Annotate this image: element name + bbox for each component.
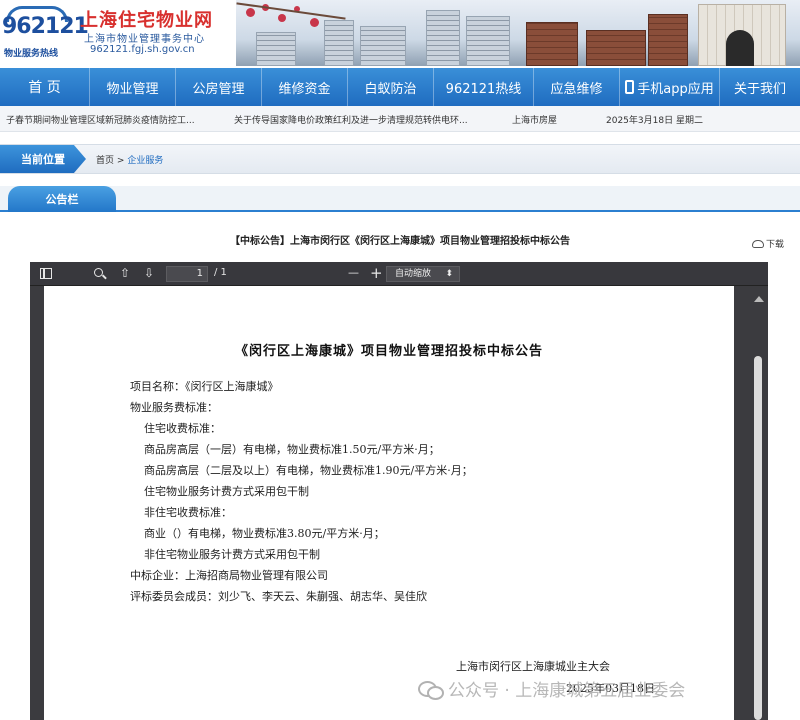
site-logo[interactable]: 962121 物业服务热线 (2, 4, 89, 62)
logo-subtitle: 物业服务热线 (4, 49, 59, 59)
document-line: 项目名称：《闵行区上海康城》 (130, 380, 279, 393)
next-page-icon[interactable]: ⇩ (144, 266, 154, 280)
document-line: 商业（）有电梯，物业费标准3.80元/平方米·月； (144, 527, 385, 540)
breadcrumb-path: 首页 > 企业服务 (96, 153, 163, 166)
news-ticker: 子春节期间物业管理区域新冠肺炎疫情防控工... 关于传导国家降电价政策红利及进一… (0, 106, 800, 132)
breadcrumb-separator: > (116, 156, 125, 166)
search-icon[interactable] (94, 268, 103, 277)
breadcrumb: 当前位置 首页 > 企业服务 (0, 144, 800, 174)
nav-item-mobile-app[interactable]: 手机app应用 (620, 68, 720, 106)
zoom-select[interactable]: 自动缩放 ⬍ (386, 266, 460, 282)
nav-item-hotline[interactable]: 962121热线 (434, 68, 534, 106)
ticker-news-item[interactable]: 上海市房屋 (512, 113, 557, 126)
announcement-bar: 公告栏 (0, 186, 800, 212)
nav-item-public-housing[interactable]: 公房管理 (176, 68, 262, 106)
ticker-date: 2025年3月18日 星期二 (606, 116, 703, 126)
chevron-down-icon: ⬍ (445, 269, 453, 279)
nav-item-label: 手机app应用 (637, 81, 714, 97)
breadcrumb-current[interactable]: 企业服务 (127, 156, 163, 166)
zoom-out-button[interactable]: — (348, 266, 359, 279)
zoom-select-value: 自动缩放 (395, 269, 432, 279)
document-line: 物业服务费标准： (130, 401, 218, 414)
document-line: 非住宅收费标准： (144, 506, 232, 519)
zoom-in-button[interactable]: + (370, 264, 383, 282)
site-header: 962121 物业服务热线 上海住宅物业网 上海市物业管理事务中心 962121… (0, 0, 800, 68)
pdf-toolbar: ⇧ ⇩ 1 / 1 — + 自动缩放 ⬍ (30, 262, 768, 286)
sidebar-toggle-icon[interactable] (40, 268, 52, 279)
page: 962121 物业服务热线 上海住宅物业网 上海市物业管理事务中心 962121… (0, 0, 800, 720)
document-signature: 上海市闵行区上海康城业主大会 (456, 660, 610, 673)
site-title: 上海住宅物业网 (80, 10, 213, 31)
breadcrumb-home-link[interactable]: 首页 (96, 156, 114, 166)
header-banner-image (236, 0, 800, 66)
wechat-icon (418, 679, 444, 700)
pdf-viewer: ⇧ ⇩ 1 / 1 — + 自动缩放 ⬍ 《闵行区上海康城》项目物业管理招投标中… (30, 262, 768, 720)
phone-icon (625, 80, 635, 94)
nav-item-property[interactable]: 物业管理 (90, 68, 176, 106)
announcement-tab[interactable]: 公告栏 (8, 186, 116, 212)
scrollbar-thumb[interactable] (754, 356, 762, 720)
download-label: 下载 (766, 240, 785, 250)
watermark: 公众号 · 上海康城第五届业委会 (418, 676, 685, 701)
document-line: 商品房高层（二层及以上）有电梯，物业费标准1.90元/平方米·月； (144, 464, 473, 477)
document-line: 住宅物业服务计费方式采用包干制 (144, 485, 309, 498)
document-line: 评标委员会成员：刘少飞、李天云、朱蒯强、胡志华、吴佳欣 (130, 590, 427, 603)
download-button[interactable]: 下载 (752, 237, 784, 250)
page-number-input[interactable]: 1 (166, 266, 208, 282)
logo-number: 962121 (2, 14, 89, 39)
cloud-download-icon (752, 239, 764, 248)
pdf-page: 《闵行区上海康城》项目物业管理招投标中标公告 项目名称：《闵行区上海康城》 物业… (44, 286, 734, 720)
document-line: 非住宅物业服务计费方式采用包干制 (144, 548, 320, 561)
scroll-up-icon[interactable] (754, 296, 764, 302)
document-heading: 【中标公告】上海市闵行区《闵行区上海康城》项目物业管理招投标中标公告 (230, 236, 570, 247)
nav-item-emergency[interactable]: 应急维修 (534, 68, 620, 106)
document-title: 《闵行区上海康城》项目物业管理招投标中标公告 (234, 344, 543, 359)
main-nav: 首 页 物业管理 公房管理 维修资金 白蚁防治 962121热线 应急维修 手机… (0, 68, 800, 106)
nav-item-home[interactable]: 首 页 (0, 68, 90, 106)
nav-item-maintenance-fund[interactable]: 维修资金 (262, 68, 348, 106)
site-domain: 962121.fgj.sh.gov.cn (90, 44, 195, 55)
nav-item-about[interactable]: 关于我们 (720, 68, 800, 106)
breadcrumb-tag: 当前位置 (0, 145, 86, 173)
nav-item-termite[interactable]: 白蚁防治 (348, 68, 434, 106)
document-line: 商品房高层（一层）有电梯，物业费标准1.50元/平方米·月； (144, 443, 440, 456)
document-line: 中标企业：上海招商局物业管理有限公司 (130, 569, 328, 582)
page-total: / 1 (214, 267, 227, 278)
site-subtitle: 上海市物业管理事务中心 (84, 34, 205, 45)
ticker-news-item[interactable]: 子春节期间物业管理区域新冠肺炎疫情防控工... (6, 113, 195, 126)
document-line: 住宅收费标准： (144, 422, 221, 435)
watermark-text: 公众号 · 上海康城第五届业委会 (448, 681, 686, 701)
previous-page-icon[interactable]: ⇧ (120, 266, 130, 280)
ticker-news-item[interactable]: 关于传导国家降电价政策红利及进一步清理规范转供电环... (234, 113, 468, 126)
